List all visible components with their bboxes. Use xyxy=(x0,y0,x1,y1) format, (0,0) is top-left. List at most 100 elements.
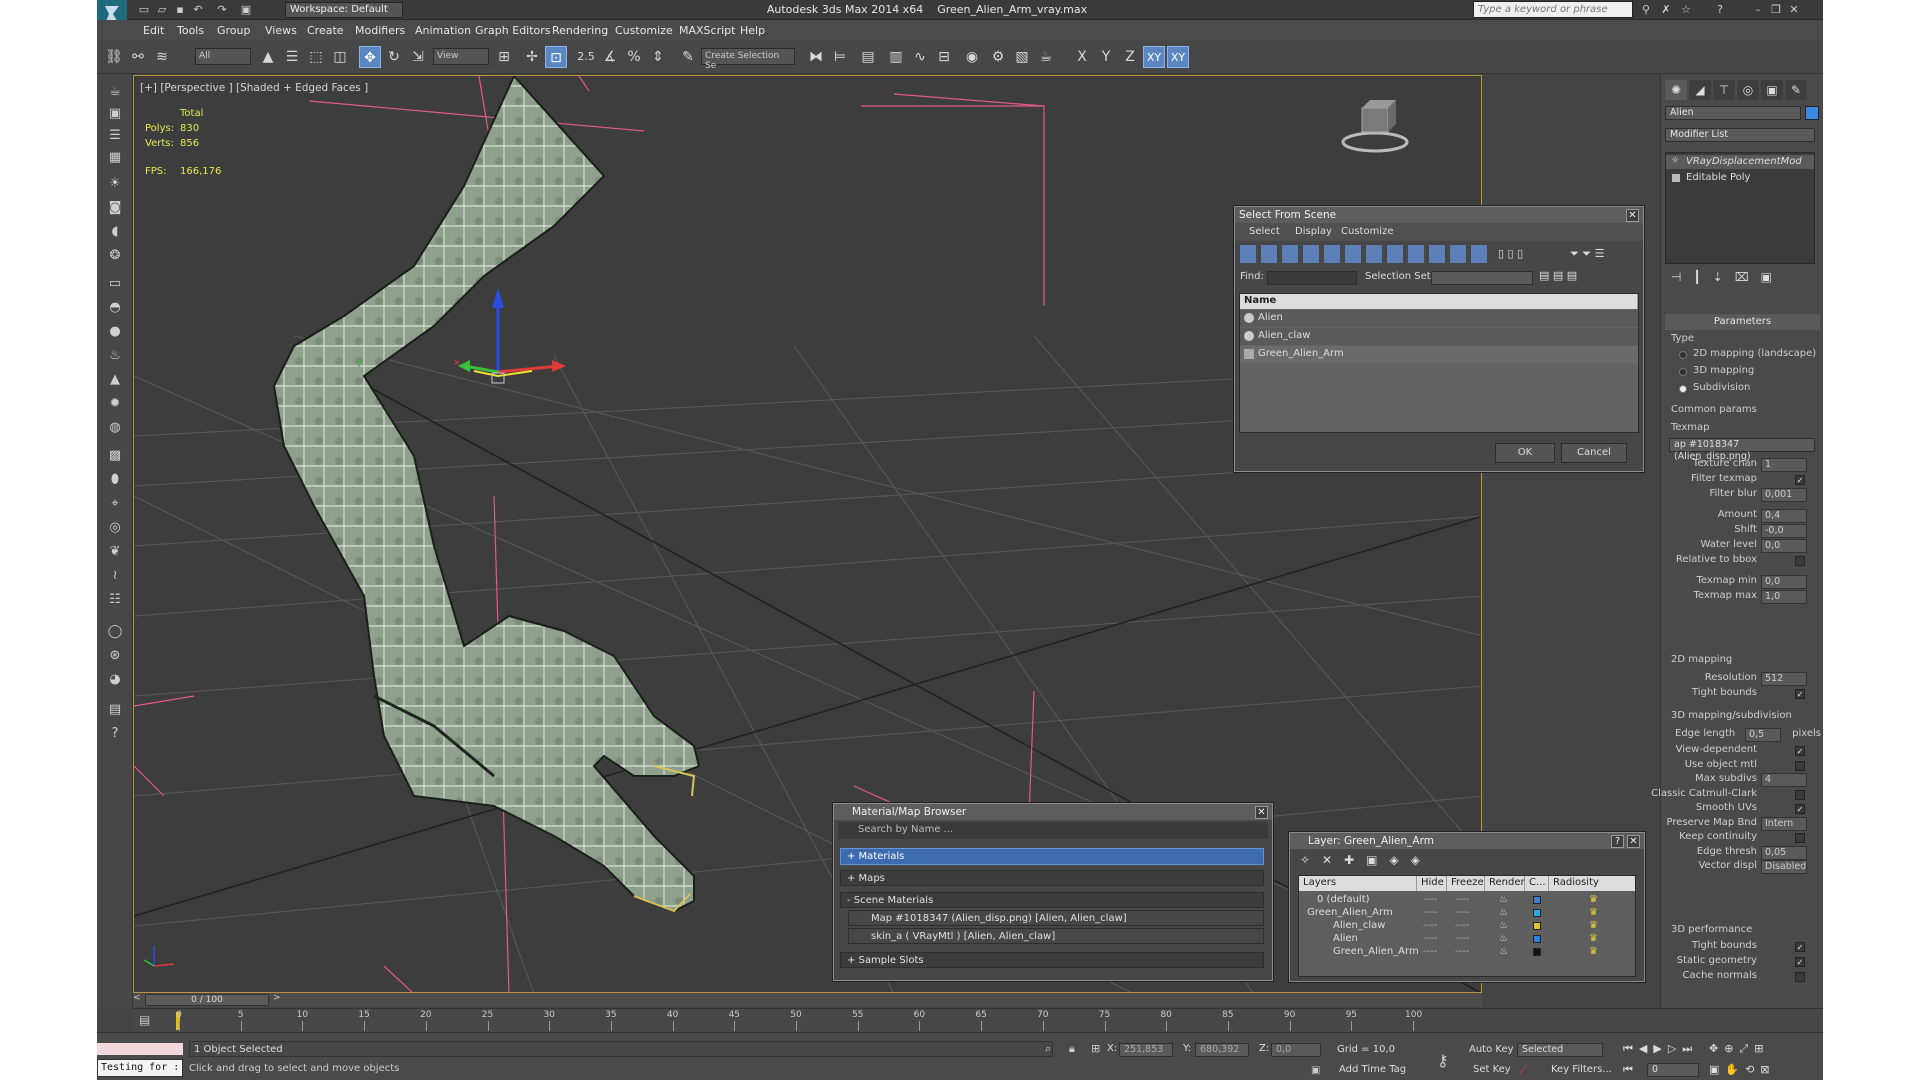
col-layers[interactable]: Layers xyxy=(1299,876,1417,891)
menu-maxscript[interactable]: MAXScript xyxy=(679,24,735,37)
snap-toggle-icon[interactable]: 2.5 xyxy=(575,46,597,68)
hide-toggle[interactable]: ---- xyxy=(1423,946,1437,957)
redo-icon[interactable]: ↷ xyxy=(215,3,229,17)
render-teapot-icon[interactable]: ♨ xyxy=(1499,946,1508,957)
table-row[interactable]: Green_Alien_Arm ---- ---- ♨ ♛ xyxy=(1299,946,1635,958)
freeze-toggle[interactable]: ---- xyxy=(1455,933,1469,944)
col-render[interactable]: Render xyxy=(1485,876,1525,891)
menu-tools[interactable]: Tools xyxy=(177,24,204,37)
select-menu-customize[interactable]: Customize xyxy=(1341,226,1394,237)
hide-toggle[interactable]: ---- xyxy=(1423,907,1437,918)
object-color-swatch[interactable] xyxy=(1805,106,1819,120)
hide-toggle[interactable]: ---- xyxy=(1423,933,1437,944)
param-spinner[interactable]: 4 xyxy=(1761,773,1807,787)
layer-color-swatch[interactable] xyxy=(1533,922,1541,930)
render-teapot-icon[interactable]: ♨ xyxy=(1499,907,1508,918)
col-hide[interactable]: Hide xyxy=(1417,876,1447,891)
param-checkbox[interactable] xyxy=(1795,556,1805,566)
sample-slots-rollout[interactable]: + Sample Slots xyxy=(840,952,1264,968)
edit-named-sel-icon[interactable]: ✎ xyxy=(677,46,699,68)
axis-x-button[interactable]: X xyxy=(1071,46,1093,68)
selection-set-dropdown[interactable] xyxy=(1431,271,1533,285)
undo-icon[interactable]: ↶ xyxy=(191,3,205,17)
render-frame-icon[interactable]: ▤ xyxy=(104,700,126,720)
bind-spacewarp-icon[interactable]: ≋ xyxy=(151,46,173,68)
globe-icon[interactable]: ◎ xyxy=(104,518,126,538)
param-checkbox[interactable] xyxy=(1795,833,1805,843)
viewport-nav-icons[interactable]: ✥⊕⤢⊞ xyxy=(1709,1042,1769,1056)
list-item[interactable]: Alien_claw xyxy=(1240,328,1638,345)
teapot-icon[interactable]: ☕ xyxy=(104,82,126,102)
layer-toolbar-icons[interactable]: ✧✕✚▣◈◈ xyxy=(1300,853,1432,867)
modify-tab-icon[interactable]: ◢ xyxy=(1689,80,1711,100)
set-key-button[interactable]: Set Key xyxy=(1473,1064,1511,1075)
menu-rendering[interactable]: Rendering xyxy=(552,24,608,37)
display-tab-icon[interactable]: ▣ xyxy=(1761,80,1783,100)
mat-search-input[interactable]: Search by Name ... xyxy=(838,822,1268,839)
axis-z-button[interactable]: Z xyxy=(1119,46,1141,68)
keyword-search-input[interactable]: Type a keyword or phrase xyxy=(1473,1,1633,18)
list-icon[interactable]: ☰ xyxy=(104,126,126,146)
menu-views[interactable]: Views xyxy=(265,24,297,37)
param-spinner[interactable]: 0,0 xyxy=(1761,539,1807,553)
cone-icon[interactable]: ▲ xyxy=(104,370,126,390)
key-icon[interactable]: ⚷ xyxy=(1437,1051,1449,1070)
workspace-dropdown[interactable]: Workspace: Default xyxy=(285,2,403,18)
edge-length-spinner[interactable]: 0,5 xyxy=(1745,728,1781,742)
next-frame-icon[interactable]: > xyxy=(273,993,283,1007)
select-object-icon[interactable]: ▲ xyxy=(257,46,279,68)
param-spinner[interactable]: 0,05 xyxy=(1761,845,1807,860)
mat-browser-title[interactable]: Material/Map Browser xyxy=(834,804,1272,820)
param-spinner[interactable]: Disabled xyxy=(1761,860,1807,874)
material-row[interactable]: Map #1018347 (Alien_disp.png) [Alien, Al… xyxy=(848,910,1264,926)
param-checkbox[interactable]: ✓ xyxy=(1795,475,1805,485)
freeze-toggle[interactable]: ---- xyxy=(1455,894,1469,905)
open-icon[interactable]: ▱ xyxy=(155,3,169,17)
flow-icon[interactable]: ⊛ xyxy=(104,646,126,666)
render-teapot-icon[interactable]: ♨ xyxy=(1499,920,1508,931)
move-gizmo[interactable] xyxy=(458,288,566,384)
radio-2d-mapping[interactable]: 2D mapping (landscape) xyxy=(1671,348,1821,364)
param-spinner[interactable]: 512 xyxy=(1761,672,1807,686)
paint-icon[interactable]: ⌖ xyxy=(104,494,126,514)
param-checkbox[interactable]: ✓ xyxy=(1795,689,1805,699)
rect-selection-icon[interactable]: ⬚ xyxy=(305,46,327,68)
parameters-rollout[interactable]: Parameters xyxy=(1665,314,1820,330)
geosphere-icon[interactable]: ◍ xyxy=(104,418,126,438)
hide-toggle[interactable]: ---- xyxy=(1423,920,1437,931)
alien-arm-mesh[interactable] xyxy=(272,76,701,913)
layer-color-swatch[interactable] xyxy=(1533,935,1541,943)
schematic-view-icon[interactable]: ⊟ xyxy=(933,46,955,68)
layer-dialog-title[interactable]: Layer: Green_Alien_Arm xyxy=(1290,833,1644,849)
percent-snap-icon[interactable]: % xyxy=(623,46,645,68)
select-dialog-close-icon[interactable]: ✕ xyxy=(1626,209,1639,222)
reference-coord-dropdown[interactable]: View xyxy=(433,48,489,65)
pivot-center-icon[interactable]: ⊞ xyxy=(493,46,515,68)
axis-xy-button[interactable]: XY xyxy=(1143,46,1165,68)
current-frame-field[interactable]: 0 xyxy=(1647,1063,1699,1077)
x-coord-field[interactable]: 251,853 xyxy=(1119,1043,1173,1057)
object-name-field[interactable]: Alien xyxy=(1665,106,1801,120)
angle-snap-icon[interactable]: ∡ xyxy=(599,46,621,68)
select-rotate-icon[interactable]: ↻ xyxy=(383,46,405,68)
param-spinner[interactable]: 0,001 xyxy=(1761,488,1807,502)
param-spinner[interactable]: 1,0 xyxy=(1761,590,1807,604)
table-row[interactable]: Alien ---- ---- ♨ ♛ xyxy=(1299,933,1635,945)
select-scale-icon[interactable]: ⇲ xyxy=(407,46,429,68)
material-editor-icon[interactable]: ◉ xyxy=(961,46,983,68)
expand-icon[interactable] xyxy=(1672,174,1680,182)
time-slider-thumb[interactable]: 0 / 100 xyxy=(145,994,269,1006)
col-name-header[interactable]: Name xyxy=(1240,294,1638,309)
layer-color-swatch[interactable] xyxy=(1533,948,1541,956)
texmap-button[interactable]: ap #1018347 (Alien_disp.png) xyxy=(1669,438,1815,462)
list-item[interactable]: Green_Alien_Arm xyxy=(1240,346,1638,363)
radiosity-icon[interactable]: ♛ xyxy=(1589,933,1598,944)
cloth-icon[interactable]: ☷ xyxy=(104,590,126,610)
menu-help[interactable]: Help xyxy=(740,24,765,37)
menu-graph-editors[interactable]: Graph Editors xyxy=(475,24,551,37)
new-icon[interactable]: ▭ xyxy=(137,3,151,17)
param-checkbox[interactable]: ✓ xyxy=(1795,804,1805,814)
menu-create[interactable]: Create xyxy=(307,24,344,37)
link-icon[interactable]: ⛓ xyxy=(103,46,125,68)
stack-tools-icons[interactable]: ⊣┃⇣⌧▣ xyxy=(1671,270,1784,284)
